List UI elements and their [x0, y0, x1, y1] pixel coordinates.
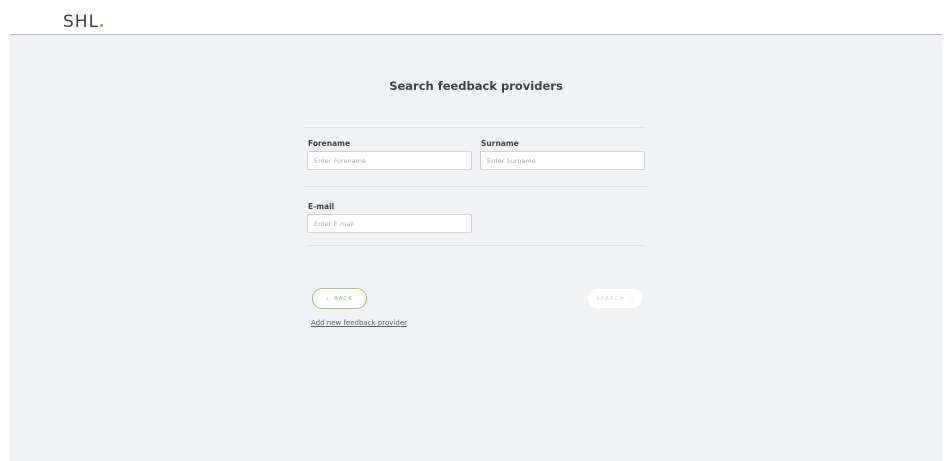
chevron-left-icon: ‹ — [326, 294, 329, 303]
shl-logo[interactable]: SHL — [63, 10, 104, 34]
surname-input[interactable] — [480, 151, 645, 170]
email-input[interactable] — [307, 214, 472, 233]
divider-bottom — [307, 245, 645, 246]
chevron-right-icon: › — [630, 294, 634, 303]
page-title: Search feedback providers — [389, 79, 563, 93]
forename-input[interactable] — [307, 151, 472, 170]
logo-text: SHL — [63, 12, 100, 32]
forename-label: Forename — [308, 139, 351, 148]
divider-top — [304, 127, 646, 128]
search-button-label: SEARCH — [596, 295, 625, 302]
surname-label: Surname — [481, 139, 519, 148]
divider-middle — [304, 186, 648, 187]
back-button-label: BACK — [333, 295, 353, 302]
main-content: Search feedback providers Forename Surna… — [10, 35, 942, 461]
back-button[interactable]: ‹ BACK — [312, 288, 367, 309]
top-bar: SHL — [10, 10, 942, 35]
search-button[interactable]: SEARCH › — [588, 289, 642, 308]
logo-dot-icon — [100, 24, 104, 27]
add-feedback-provider-link[interactable]: Add new feedback provider — [311, 319, 407, 327]
email-label: E-mail — [308, 202, 335, 211]
